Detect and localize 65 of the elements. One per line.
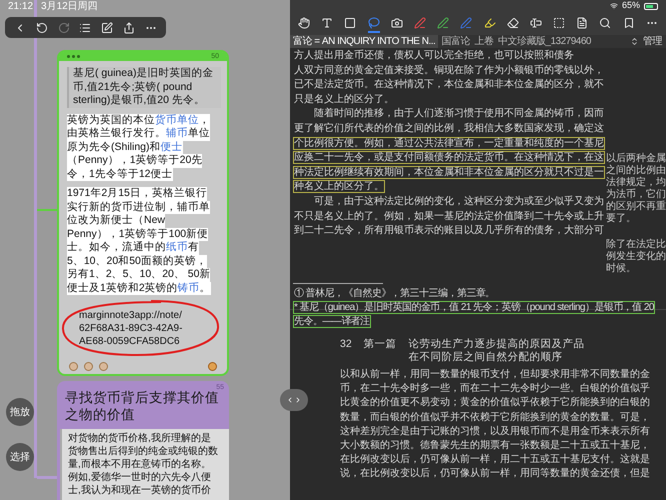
canvas-tool-button[interactable]: 拖放	[6, 398, 34, 426]
book-text: 只是名义上的区分了。	[293, 92, 395, 106]
term-link[interactable]: 货币单位	[155, 114, 199, 127]
note-card[interactable]	[57, 50, 229, 376]
quote-text: 基尼( guinea)是旧时英国的金币,值21先令;英镑( pound sterling)是银币,值20 先令。	[67, 67, 221, 108]
note-text: 位改为新便士（New	[67, 214, 166, 228]
book-text: 人双方同意的黄金定值来接受。铜现在除了作为小额银币的零钱以外，	[293, 64, 605, 77]
note-text: （Penny），1英镑等于20先	[67, 154, 202, 168]
chapter-heading: 论劳动生产力逐步提高的原因及产品 在不同阶层之间自然分配的顺序	[408, 338, 585, 364]
book-text: 不只是名义上的了。例如，如果一基尼的法定价值降到二十先令或上升	[293, 210, 605, 223]
document-tab[interactable]: 国富论 上卷 中文珍藏版_13279460	[438, 35, 594, 48]
status-date: 3月12日周四	[41, 1, 98, 12]
page-number: 32	[340, 338, 352, 352]
book-text: 个比例很方便。例如，通过公共法律宣布，一定重量和纯度的一个基尼	[293, 136, 605, 150]
note-text: 另有1、2、5、10、20、 50新	[67, 268, 210, 282]
status-time: 21:12	[8, 1, 34, 12]
note-text: Penny），1英镑等于100新便	[67, 228, 208, 241]
note-text: 单位	[188, 127, 210, 140]
left-chevron-icon	[286, 396, 294, 404]
book-text: 种名义上的区分了。	[293, 180, 385, 194]
book-text: 应换二十一先令，或是支付同额债务的法定货币。在这种情况下，在这	[293, 151, 605, 164]
note-text: 令，1先令等于12便士	[67, 168, 173, 181]
sort-icon[interactable]	[630, 37, 639, 46]
lasso-icon[interactable]	[368, 14, 380, 32]
manage-button[interactable]: 管理	[643, 36, 662, 47]
edit-icon[interactable]	[101, 22, 114, 34]
excerpt-text: 对货物的货币价格,我所理解的是 货物售出后得到的纯金或纯银的数 量,而根本不用在意铸币的名称。 例如,爱德华一世时的六先令八便 士,我认为和现在一英镑的货币价	[60, 429, 229, 500]
book-text: 到二十二先令，所有用银币表示的账目以及几乎所有的债务，大部分可	[293, 224, 605, 238]
term-link[interactable]: 纸币	[166, 241, 188, 254]
note-text: 士。如今，流通中的	[67, 241, 166, 254]
book-text: 可是，由于这种法定比例的变化，这种区分变为或至少似乎又变为	[313, 194, 605, 208]
part-title: 第一篇	[364, 338, 397, 352]
note-text: 便士及1英镑和2英镑的	[67, 282, 178, 295]
undo-icon[interactable]	[36, 22, 48, 34]
note-text: ，	[199, 114, 210, 127]
dots-icon	[67, 55, 80, 58]
book-text: 随着时间的推移，由于人们逐渐习惯于使用不同金属的铸币，因而	[313, 107, 605, 120]
right-chevron-icon	[294, 396, 302, 404]
book-text: 种法定比例继续有效期间，本位金属和非本位金属的区分就只不过是一	[293, 166, 605, 179]
note-text: 实行新的货币进位制，辅币单	[67, 200, 210, 214]
note-text: 英镑为英国的本位	[67, 114, 155, 127]
footnote-text: 先令。——译者注	[293, 315, 371, 328]
topic-title: 寻找货币背后支撑其价值 之物的价值	[65, 390, 219, 423]
margin-note: 除了在法定比 例发生变化的 时候。	[606, 239, 666, 275]
share-icon[interactable]	[123, 22, 136, 34]
term-link[interactable]: 辅币	[166, 127, 188, 140]
book-text: 更了解它们所代表的价值之间的比例，我相信大多数国家发现，确定这	[293, 122, 605, 135]
corner-handle-icon[interactable]	[208, 362, 217, 371]
document-tab[interactable]: 富论 = AN INQUIRY INTO THE N...	[290, 35, 438, 48]
margin-note: 以后两种金属 之间的比例由 法律规定，均 为法币，它们 的区别不再重 要了。	[606, 153, 666, 225]
note-text: 有	[188, 241, 199, 254]
battery-icon	[644, 2, 658, 10]
note-link[interactable]: marginnote3app://note/ 62F68A31-89C3-42A9- AE68-0059CFA58DC6	[79, 309, 203, 348]
note-text: 由英格兰银行发行。	[67, 127, 166, 140]
footnote-text: ① 普林尼，《自然史》，第三十三编，第三章。	[293, 287, 496, 300]
note-text: 原为先令(Shiling)和	[67, 140, 161, 154]
wifi-icon	[610, 2, 618, 10]
note-text: 5、10、20和50面额的英镑，	[67, 254, 207, 268]
note-text: 1971年2月15日，英格兰银行	[67, 187, 207, 200]
canvas-tool-button[interactable]: 选择	[6, 443, 34, 471]
book-text: 方人提出用金币还债，债权人可以完全拒绝，也可以按照和债务	[293, 49, 575, 62]
footnote-text: * 基尼（guinea）是旧时英国的金币，值 21 先令；英镑（pound sterling）是银币，值 20	[293, 301, 655, 314]
book-text: 以和从前一样，用同一数量的银币支付，但却要求用非常不同数量的金 币，在二十先令时多一些，而在二十二先令时少一些。白银的价值似乎 比黄金的价值更不易变动；黄金的价值似乎依赖于它所能换到的白银的 数量，而白银的价值似乎并不依赖于它所能换到的黄金的数量。可是， 这种差别完全是由于记账的习惯，以及用银币而不是用金币来表示所有 大小数额的习惯。德鲁蒙先生的期票有一张数额是二十五或五十基尼， 在比例改变以后，仍可像从前一样，用二十五或五十基尼支付。这就是 说，在比例改变以后，仍可像从前一样，用同等数量的黄金还债，但是	[340, 368, 651, 482]
battery-percent: 65%	[622, 0, 640, 12]
book-text: 已不是法定货币。在这种情况下，本位金属和非本位金属的区分，就不	[293, 78, 605, 92]
